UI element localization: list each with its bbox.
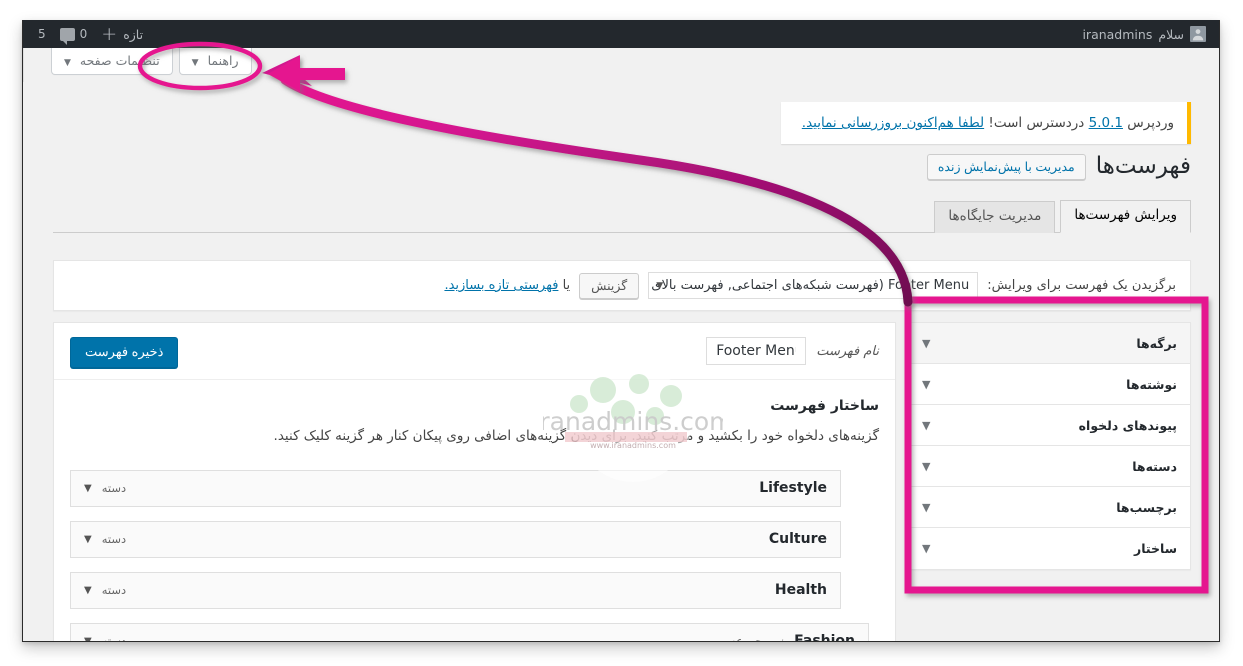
nav-tab-wrapper: ویرایش فهرست‌ها مدیریت جایگاه‌ها	[53, 200, 1191, 233]
update-notice: وردپرس 5.0.1 دردسترس است! لطفا هم‌اکنون …	[781, 102, 1191, 145]
screen-options-toggle[interactable]: تنظیمات صفحه ▼	[51, 48, 173, 75]
menu-item-meta-group: دسته ▼	[84, 532, 126, 546]
menu-select-value: Footer Menu (فهرست شبکه‌های اجتماعی, فهر…	[651, 277, 970, 293]
chevron-down-icon[interactable]: ▼	[84, 534, 92, 545]
live-preview-button[interactable]: مدیریت با پیش‌نمایش زنده	[926, 153, 1086, 180]
menu-item-title-group: Lifestyle	[759, 480, 827, 496]
sidebar-item-categories[interactable]: دسته‌ها ▼	[909, 446, 1190, 487]
chevron-down-icon: ▼	[922, 377, 931, 391]
sidebar-item-tags[interactable]: برچسب‌ها ▼	[909, 487, 1190, 528]
menu-item-type: دسته	[101, 481, 127, 496]
menu-item-row[interactable]: Health دسته ▼	[70, 571, 841, 609]
chevron-down-icon[interactable]: ▼	[84, 636, 92, 641]
sidebar-item-pages[interactable]: برگه‌ها ▼	[909, 323, 1190, 364]
admin-bar-username: iranadmins	[1082, 26, 1153, 42]
chevron-down-icon: ▼	[64, 58, 71, 68]
admin-bar-my-account[interactable]: سلام iranadmins	[1075, 20, 1213, 48]
admin-bar-right-group: تازه + 0 5	[31, 20, 150, 48]
sidebar-item-label: پیوندهای دلخواه	[1078, 417, 1177, 433]
menu-item-meta-group: دسته ▼	[84, 634, 127, 642]
menu-name-row: نام فهرست ذخیره فهرست	[54, 323, 895, 380]
update-now-link[interactable]: لطفا هم‌اکنون بروزرسانی نمایید.	[802, 115, 984, 131]
menu-item-meta-group: دسته ▼	[84, 481, 126, 495]
admin-bar-account-group: سلام iranadmins	[1075, 20, 1213, 48]
menu-editor-panel: نام فهرست ذخیره فهرست ساختار فهرست گزینه…	[53, 322, 896, 642]
sidebar-item-posts[interactable]: نوشته‌ها ▼	[909, 364, 1190, 405]
page-title: فهرست‌ها	[1095, 153, 1191, 179]
admin-bar-new-label: تازه	[123, 26, 144, 42]
chevron-down-icon: ▼	[922, 459, 931, 473]
help-label: راهنما	[207, 53, 239, 68]
menu-item-row[interactable]: Lifestyle دسته ▼	[70, 469, 841, 507]
menu-structure-title: ساختار فهرست	[770, 398, 879, 414]
screen-options-label: تنظیمات صفحه	[79, 53, 160, 68]
wp-admin-bar: سلام iranadmins تازه + 0 5	[23, 20, 1219, 48]
admin-bar-updates-count: 5	[38, 27, 46, 41]
menu-item-title-group: Health	[775, 582, 827, 598]
sidebar-item-label: برگه‌ها	[1136, 335, 1177, 351]
chevron-down-icon: ▼	[922, 542, 931, 555]
sidebar-item-label: ساختار	[1134, 541, 1177, 556]
save-menu-button[interactable]: ذخیره فهرست	[70, 337, 179, 368]
update-notice-middle: دردسترس است!	[984, 115, 1089, 131]
admin-bar-new-content[interactable]: تازه +	[94, 20, 150, 48]
plus-icon: +	[101, 22, 118, 45]
chevron-down-icon: ▼	[922, 500, 931, 514]
admin-bar-greeting: سلام	[1158, 26, 1184, 42]
add-menu-items-panel: برگه‌ها ▼ نوشته‌ها ▼ پیوندهای دلخواه ▼ د…	[908, 322, 1191, 570]
browser-viewport: سلام iranadmins تازه + 0 5 تنظیمات صفحه …	[22, 20, 1220, 642]
admin-content-wrap: وردپرس 5.0.1 دردسترس است! لطفا هم‌اکنون …	[23, 82, 1219, 642]
help-toggle[interactable]: راهنما ▼	[178, 48, 252, 75]
comment-bubble-icon	[59, 27, 75, 45]
sidebar-item-format[interactable]: ساختار ▼	[909, 528, 1190, 569]
screenshot-root: سلام iranadmins تازه + 0 5 تنظیمات صفحه …	[0, 0, 1243, 666]
menu-item-row[interactable]: Fashion زیرمجموعه دسته ▼	[70, 622, 869, 642]
menu-chooser-label: برگزیدن یک فهرست برای ویرایش:	[987, 278, 1176, 293]
menu-item-title-group: Culture	[769, 531, 827, 547]
menu-item-title: Fashion	[794, 633, 855, 642]
tab-edit-menus[interactable]: ویرایش فهرست‌ها	[1060, 200, 1191, 233]
chevron-down-icon[interactable]: ▼	[84, 585, 92, 596]
admin-bar-comments[interactable]: 0	[53, 20, 95, 48]
menu-item-type: دسته	[101, 634, 127, 642]
menu-item-title: Lifestyle	[759, 480, 827, 497]
menu-structure-section: ساختار فهرست گزینه‌های دلخواه خود را بکش…	[54, 380, 895, 642]
sidebar-item-custom-links[interactable]: پیوندهای دلخواه ▼	[909, 405, 1190, 446]
sidebar-item-label: نوشته‌ها	[1126, 376, 1177, 392]
or-text: یا	[558, 278, 571, 293]
menu-item-type: دسته	[101, 583, 127, 598]
menu-name-label: نام فهرست	[816, 343, 879, 359]
menu-chooser-bar: برگزیدن یک فهرست برای ویرایش: ▼ Footer M…	[53, 260, 1191, 311]
create-new-menu-link[interactable]: فهرستی تازه بسازید.	[444, 278, 558, 293]
tab-manage-locations[interactable]: مدیریت جایگاه‌ها	[934, 201, 1056, 233]
menu-item-title: Culture	[768, 531, 827, 548]
select-menu-button[interactable]: گزینش	[579, 272, 640, 299]
menu-item-row[interactable]: Culture دسته ▼	[70, 520, 841, 558]
menu-select[interactable]: ▼ Footer Menu (فهرست شبکه‌های اجتماعی, ف…	[648, 272, 979, 299]
sidebar-item-label: دسته‌ها	[1132, 458, 1177, 474]
page-header: فهرست‌ها مدیریت با پیش‌نمایش زنده	[926, 152, 1191, 182]
chevron-down-icon: ▼	[922, 336, 931, 350]
menu-item-sub-label: زیرمجموعه	[728, 634, 784, 642]
chevron-down-icon: ▼	[922, 418, 931, 432]
update-version-link[interactable]: 5.0.1	[1089, 115, 1123, 131]
menu-item-title-group: Fashion زیرمجموعه	[728, 633, 855, 642]
sidebar-panel: برگه‌ها ▼ نوشته‌ها ▼ پیوندهای دلخواه ▼ د…	[908, 322, 1191, 570]
menu-chooser-or: یا فهرستی تازه بسازید.	[444, 278, 570, 293]
sidebar-item-label: برچسب‌ها	[1116, 499, 1177, 515]
chevron-down-icon: ▼	[191, 58, 199, 68]
menu-item-meta-group: دسته ▼	[84, 583, 126, 597]
update-notice-prefix: وردپرس	[1122, 115, 1174, 131]
menu-name-input[interactable]	[706, 337, 807, 365]
chevron-down-icon: ▼	[656, 280, 664, 291]
menu-item-title: Health	[774, 582, 827, 599]
admin-bar-updates[interactable]: 5	[31, 20, 53, 48]
screen-meta-links: تنظیمات صفحه ▼ راهنما ▼	[23, 48, 1219, 82]
menu-structure-help: گزینه‌های دلخواه خود را بکشید و مرتب کنی…	[273, 428, 879, 444]
menu-items-list: Lifestyle دسته ▼ Culture دسته ▼ Health د…	[70, 469, 879, 642]
menu-item-type: دسته	[101, 532, 127, 547]
chevron-down-icon[interactable]: ▼	[84, 483, 92, 494]
admin-bar-comments-count: 0	[79, 27, 88, 41]
user-avatar-icon	[1190, 26, 1206, 42]
